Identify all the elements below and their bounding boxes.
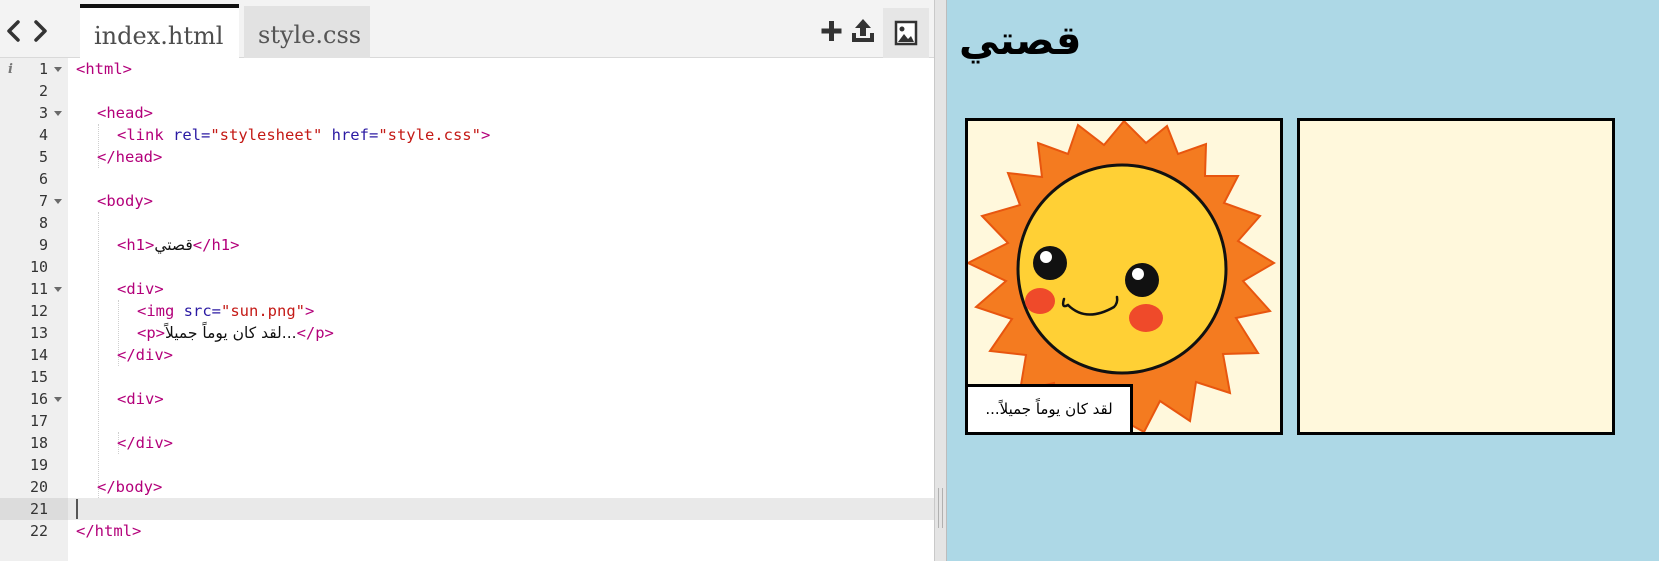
fold-arrow-icon[interactable] (54, 397, 62, 402)
splitter-grip[interactable] (938, 488, 943, 528)
code-text: قصتي (154, 236, 193, 254)
tab-index-html[interactable]: index.html (80, 4, 239, 58)
code-token: </div> (117, 434, 173, 452)
code-token: src= (183, 302, 221, 320)
code-token: <html> (76, 60, 132, 78)
line-number: 14 (29, 346, 48, 364)
line-number: 3 (38, 104, 48, 122)
code-line: 14 </div> (0, 344, 934, 366)
line-number: 6 (38, 170, 48, 188)
line-number: 20 (29, 478, 48, 496)
code-line: 18 </div> (0, 432, 934, 454)
panel-caption: لقد كان يوماً جميلاً... (968, 384, 1133, 432)
image-button[interactable] (883, 8, 929, 58)
pane-splitter[interactable] (934, 0, 947, 561)
code-line: 9 <h1>قصتي</h1> (0, 234, 934, 256)
code-area[interactable]: i 1 <html> 2 3 <head> 4 <link rel="style… (0, 58, 934, 561)
add-file-button[interactable] (818, 15, 850, 47)
line-number: 13 (29, 324, 48, 342)
code-line-active: 21 (0, 498, 934, 520)
fold-arrow-icon[interactable] (54, 67, 62, 72)
code-line: 3 <head> (0, 102, 934, 124)
fold-arrow-icon[interactable] (54, 111, 62, 116)
code-token: <div> (117, 280, 164, 298)
code-token: </div> (117, 346, 173, 364)
line-number: 16 (29, 390, 48, 408)
code-line: 2 (0, 80, 934, 102)
code-token: </head> (97, 148, 163, 166)
code-line: 13 <p>لقد كان يوماً جميلاً...</p> (0, 322, 934, 344)
code-token: <p> (137, 324, 165, 342)
code-line: 12 <img src="sun.png"> (0, 300, 934, 322)
code-token: > (305, 302, 315, 320)
fold-arrow-icon[interactable] (54, 287, 62, 292)
code-token: "sun.png" (221, 302, 305, 320)
code-token: href= (322, 126, 379, 144)
code-line: 17 (0, 410, 934, 432)
image-icon (894, 20, 918, 46)
line-number: 21 (29, 500, 48, 518)
code-line: 4 <link rel="stylesheet" href="style.css… (0, 124, 934, 146)
chevron-left-icon (7, 20, 20, 42)
code-token: <img (137, 302, 184, 320)
line-number: 4 (38, 126, 48, 144)
code-text: لقد كان يوماً جميلاً... (165, 324, 297, 342)
code-token: </html> (76, 522, 142, 540)
line-number: 12 (29, 302, 48, 320)
editor-toolbar: index.html style.css (0, 0, 934, 58)
forward-button[interactable] (31, 19, 51, 49)
fold-arrow-icon[interactable] (54, 199, 62, 204)
code-line: 16 <div> (0, 388, 934, 410)
code-line: 22 </html> (0, 520, 934, 542)
code-line: 1 <html> (0, 58, 934, 80)
upload-button[interactable] (848, 15, 880, 47)
line-number: 19 (29, 456, 48, 474)
code-token: <div> (117, 390, 164, 408)
line-number: 9 (38, 236, 48, 254)
code-token: <head> (97, 104, 153, 122)
add-file-icon (821, 21, 842, 41)
comic-panel-2 (1297, 118, 1615, 435)
code-token: </h1> (192, 236, 240, 254)
line-number: 7 (38, 192, 48, 210)
code-token: "stylesheet" (210, 126, 323, 144)
line-number: 2 (38, 82, 48, 100)
back-button[interactable] (4, 19, 24, 49)
code-line: 6 (0, 168, 934, 190)
code-token: </p> (296, 324, 334, 342)
code-token: rel= (173, 126, 211, 144)
line-number: 17 (29, 412, 48, 430)
line-number: 18 (29, 434, 48, 452)
code-line: 7 <body> (0, 190, 934, 212)
code-token: <h1> (117, 236, 155, 254)
code-line: 19 (0, 454, 934, 476)
line-number: 11 (29, 280, 48, 298)
text-cursor (76, 499, 78, 519)
upload-icon (852, 19, 874, 42)
code-line: 5 </head> (0, 146, 934, 168)
line-number: 10 (29, 258, 48, 276)
line-number: 15 (29, 368, 48, 386)
code-editor-pane: index.html style.css i 1 <html> 2 3 <hea… (0, 0, 934, 561)
tab-style-css[interactable]: style.css (244, 6, 370, 58)
comic-panel-1: لقد كان يوماً جميلاً... (965, 118, 1283, 435)
line-number: 1 (38, 60, 48, 78)
code-line: 11 <div> (0, 278, 934, 300)
page-title: قصتي (959, 18, 1082, 64)
line-number: 8 (38, 214, 48, 232)
code-token: <link (117, 126, 173, 144)
code-token: "style.css" (378, 126, 481, 144)
code-line: 15 (0, 366, 934, 388)
code-token: > (480, 126, 491, 144)
code-line: 8 (0, 212, 934, 234)
line-number: 22 (29, 522, 48, 540)
code-token: <body> (97, 192, 153, 210)
code-line: 10 (0, 256, 934, 278)
code-token: </body> (97, 478, 163, 496)
chevron-right-icon (34, 20, 47, 42)
line-number: 5 (38, 148, 48, 166)
code-line: 20 </body> (0, 476, 934, 498)
preview-pane: قصتي لقد كان يوماً جميلاً... (947, 0, 1659, 561)
